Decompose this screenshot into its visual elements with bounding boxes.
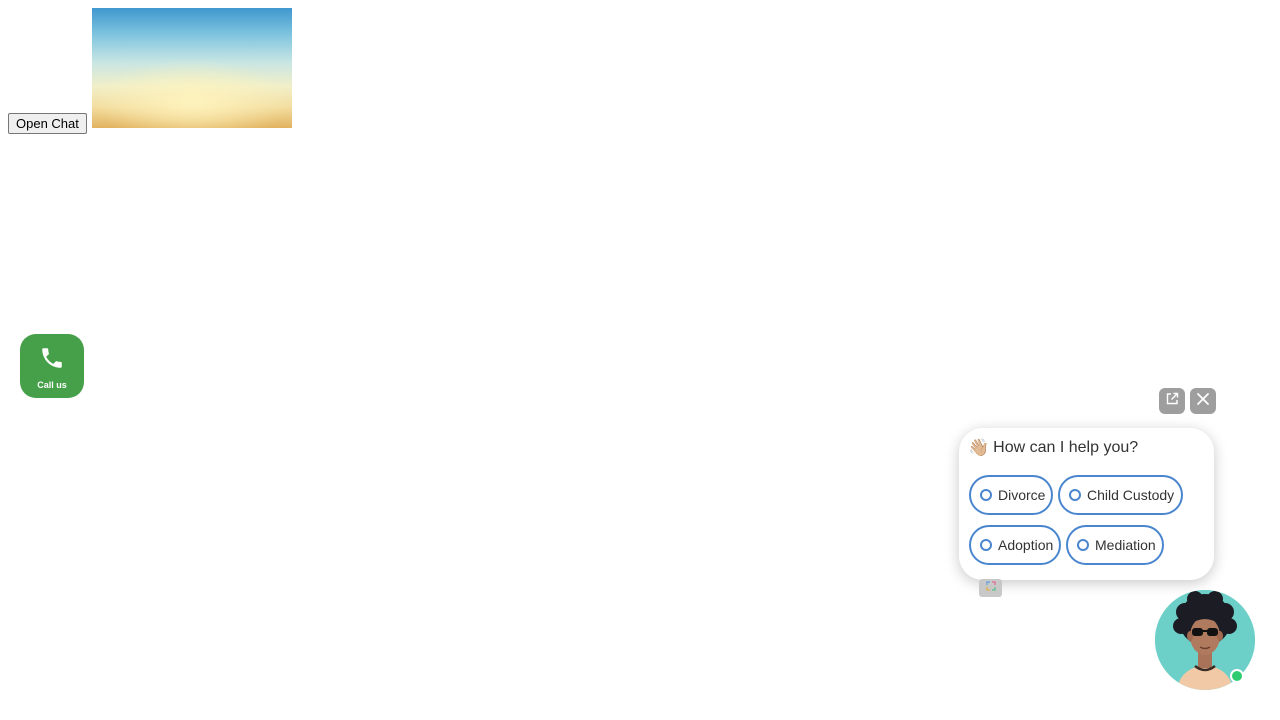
radio-icon: [980, 539, 992, 551]
chat-bubble: 👋🏼 How can I help you? Divorce Child Cus…: [959, 428, 1214, 580]
call-us-button[interactable]: Call us: [20, 334, 84, 398]
waving-hand-icon: 👋🏼: [968, 438, 990, 457]
radio-icon: [1069, 489, 1081, 501]
external-link-icon: [1164, 391, 1180, 412]
option-label: Child Custody: [1087, 487, 1175, 503]
close-widget-button[interactable]: [1190, 388, 1216, 414]
phone-icon: [39, 343, 65, 376]
online-status-indicator: [1230, 669, 1244, 683]
call-us-label: Call us: [37, 379, 67, 390]
close-icon: [1195, 391, 1211, 412]
option-label: Adoption: [998, 537, 1054, 553]
option-adoption[interactable]: Adoption: [969, 525, 1061, 565]
greeting-text: How can I help you?: [993, 439, 1139, 456]
logo-icon: [985, 579, 997, 597]
gradient-image: [92, 8, 292, 128]
radio-icon: [1077, 539, 1089, 551]
widget-logo-badge: [979, 579, 1002, 597]
chat-greeting: 👋🏼 How can I help you?: [968, 438, 1138, 458]
option-mediation[interactable]: Mediation: [1066, 525, 1164, 565]
open-chat-button[interactable]: Open Chat: [8, 113, 87, 134]
option-label: Mediation: [1095, 537, 1156, 553]
option-label: Divorce: [998, 487, 1046, 503]
option-divorce[interactable]: Divorce: [969, 475, 1053, 515]
radio-icon: [980, 489, 992, 501]
popout-button[interactable]: [1159, 388, 1185, 414]
option-child-custody[interactable]: Child Custody: [1058, 475, 1183, 515]
